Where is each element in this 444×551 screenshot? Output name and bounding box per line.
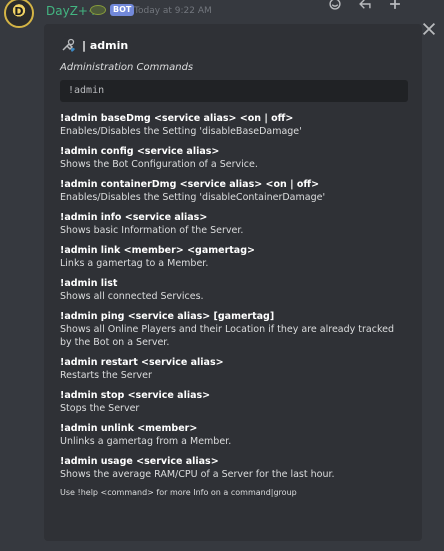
embed-author: | admin	[60, 36, 406, 54]
field: !admin containerDmg <service alias> <on …	[60, 178, 406, 204]
message-header: D DayZ++ BOT Today at 9:22 AM	[0, 0, 444, 28]
field-name: !admin config <service alias>	[60, 146, 220, 157]
emoji-icon[interactable]	[326, 0, 344, 11]
field-value: Shows the average RAM/CPU of a Server fo…	[60, 469, 335, 480]
embed: | admin Administration Commands !admin !…	[44, 24, 422, 541]
avatar-letter: D	[14, 5, 24, 18]
field-name: !admin usage <service alias>	[60, 456, 219, 467]
field: !admin ping <service alias> [gamertag] S…	[60, 310, 406, 349]
embed-description: Administration Commands	[60, 62, 194, 73]
tools-icon	[60, 37, 76, 53]
field-value: Shows all Online Players and their Locat…	[60, 324, 394, 348]
field: !admin restart <service alias> Restarts …	[60, 356, 406, 382]
field: !admin info <service alias> Shows basic …	[60, 211, 406, 237]
field-value: Shows the Bot Configuration of a Service…	[60, 159, 258, 170]
field-value: Shows all connected Services.	[60, 291, 204, 302]
field: !admin baseDmg <service alias> <on | off…	[60, 112, 406, 138]
field-name: !admin unlink <member>	[60, 423, 198, 434]
reply-icon[interactable]	[356, 0, 374, 11]
field-name: !admin stop <service alias>	[60, 390, 211, 401]
field-name: !admin containerDmg <service alias> <on …	[60, 179, 320, 190]
more-icon[interactable]	[386, 0, 404, 11]
field-value: Enables/Disables the Setting 'disableBas…	[60, 126, 302, 137]
message-timestamp: Today at 9:22 AM	[134, 6, 212, 16]
message-toolbar	[326, 0, 436, 14]
embed-footer: Use !help <command> for more Info on a c…	[60, 488, 297, 497]
field-name: !admin info <service alias>	[60, 212, 208, 223]
embed-author-name: | admin	[82, 38, 129, 52]
code-block: !admin	[60, 80, 408, 102]
field-name: !admin link <member> <gamertag>	[60, 245, 255, 256]
field-value: Unlinks a gamertag from a Member.	[60, 436, 232, 447]
field-value: Enables/Disables the Setting 'disableCon…	[60, 192, 326, 203]
close-icon[interactable]	[420, 20, 438, 38]
user-badge-icon	[90, 5, 106, 15]
embed-container: | admin Administration Commands !admin !…	[44, 24, 422, 541]
field: !admin link <member> <gamertag> Links a …	[60, 244, 406, 270]
field-value: Stops the Server	[60, 403, 140, 414]
field: !admin stop <service alias> Stops the Se…	[60, 389, 406, 415]
field-value: Restarts the Server	[60, 370, 152, 381]
field-value: Links a gamertag to a Member.	[60, 258, 209, 269]
field: !admin config <service alias> Shows the …	[60, 145, 406, 171]
bot-avatar[interactable]: D	[4, 0, 34, 28]
field-name: !admin ping <service alias> [gamertag]	[60, 311, 275, 322]
field-value: Shows basic Information of the Server.	[60, 225, 244, 236]
field-name: !admin baseDmg <service alias> <on | off…	[60, 113, 294, 124]
field: !admin list Shows all connected Services…	[60, 277, 406, 303]
field: !admin unlink <member> Unlinks a gamerta…	[60, 422, 406, 448]
field-name: !admin restart <service alias>	[60, 357, 224, 368]
bot-tag: BOT	[110, 4, 135, 16]
field: !admin usage <service alias> Shows the a…	[60, 455, 406, 481]
field-name: !admin list	[60, 278, 118, 289]
embed-fields: !admin baseDmg <service alias> <on | off…	[60, 112, 406, 481]
